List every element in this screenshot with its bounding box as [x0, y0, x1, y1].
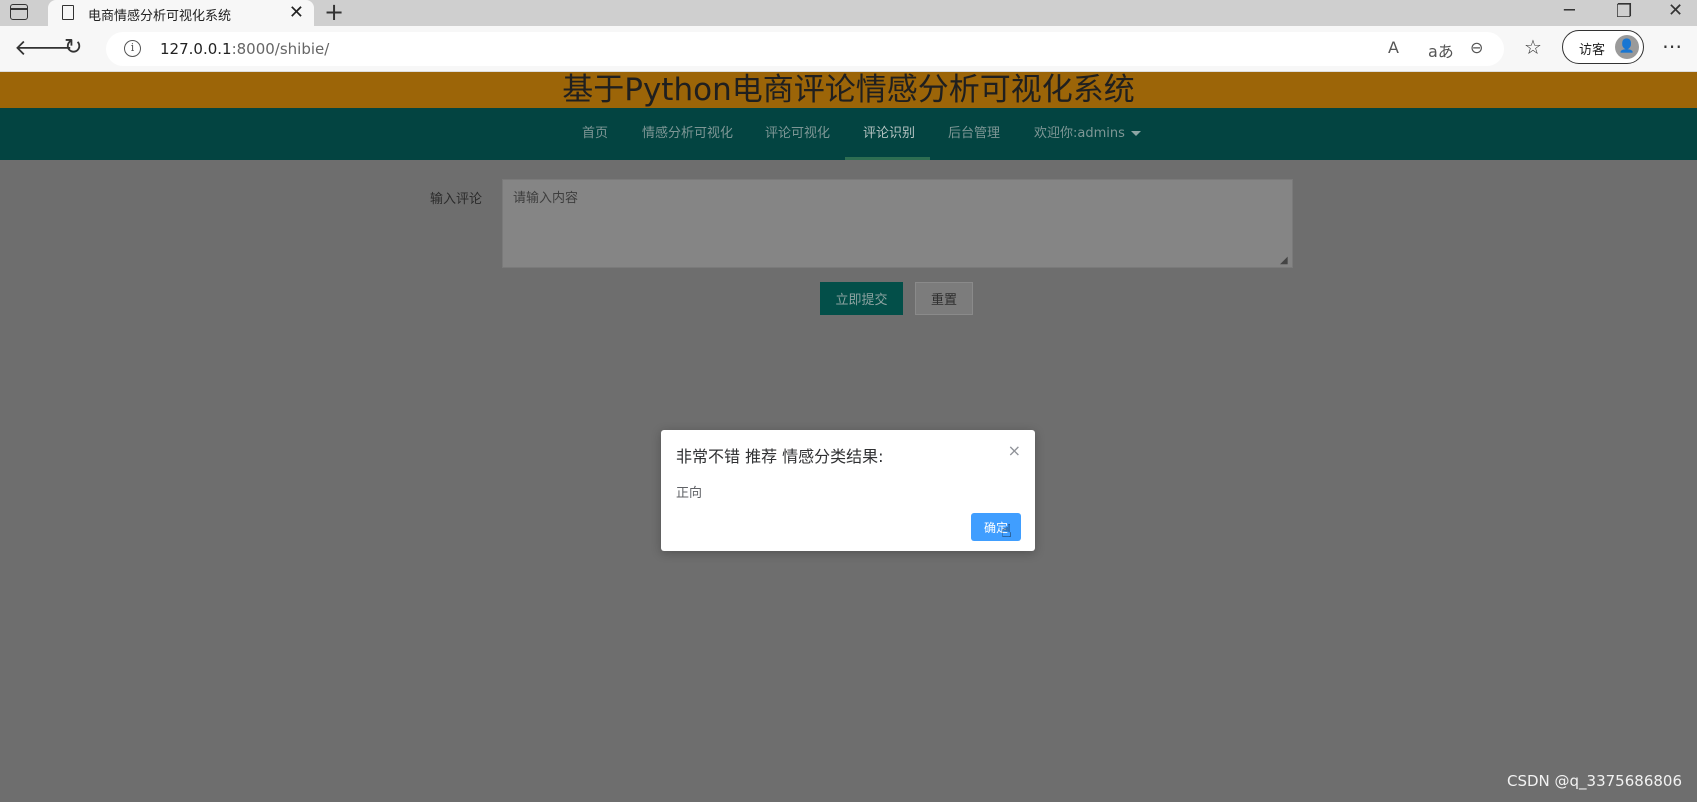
result-dialog: 非常不错 推荐 情感分类结果: × 正向 确定 — [661, 430, 1035, 551]
dialog-close-icon[interactable]: × — [1008, 441, 1021, 460]
new-tab-icon[interactable]: + — [324, 0, 344, 26]
nav-comment-visualization[interactable]: 评论可视化 — [765, 108, 830, 160]
favorites-icon[interactable]: ☆ — [1524, 35, 1542, 59]
avatar-icon: 👤 — [1615, 35, 1639, 59]
nav-user-menu[interactable]: 欢迎你:admins — [1034, 108, 1141, 160]
page-title: 基于Python电商评论情感分析可视化系统 — [562, 72, 1135, 108]
restore-icon[interactable]: ❐ — [1616, 1, 1632, 22]
url-text[interactable]: 127.0.0.1:8000/shibie/ — [160, 40, 329, 58]
dialog-message: 正向 — [676, 486, 703, 501]
page-document-icon — [62, 5, 74, 20]
site-info-icon[interactable]: i — [124, 40, 141, 57]
caret-down-icon — [1130, 131, 1141, 136]
nav-sentiment-visualization[interactable]: 情感分析可视化 — [642, 108, 733, 160]
user-greeting: 欢迎你:admins — [1034, 126, 1125, 141]
browser-toolbar: 🡐 ↻ i 127.0.0.1:8000/shibie/ A aあ ⊖ ☆ 访客… — [0, 26, 1697, 72]
comment-input[interactable] — [502, 179, 1293, 268]
main-nav: 首页 情感分析可视化 评论可视化 评论识别 后台管理 欢迎你:admins — [0, 108, 1697, 160]
nav-admin[interactable]: 后台管理 — [948, 108, 1000, 160]
window-close-icon[interactable]: ✕ — [1668, 0, 1683, 21]
active-tab-indicator — [845, 157, 930, 160]
refresh-icon[interactable]: ↻ — [64, 35, 82, 60]
tab-title: 电商情感分析可视化系统 — [88, 9, 232, 24]
nav-comment-recognition[interactable]: 评论识别 — [863, 108, 915, 160]
minimize-icon[interactable]: ─ — [1564, 0, 1575, 21]
browser-tab[interactable]: 电商情感分析可视化系统 ✕ — [48, 0, 314, 27]
site-banner: 基于Python电商评论情感分析可视化系统 — [0, 72, 1697, 108]
comment-label: 输入评论 — [430, 192, 483, 207]
reset-button[interactable]: 重置 — [915, 282, 973, 315]
watermark: CSDN @q_3375686806 — [1507, 772, 1682, 790]
nav-home[interactable]: 首页 — [582, 108, 608, 160]
profile-label: 访客 — [1579, 43, 1606, 58]
translate-icon[interactable]: aあ — [1428, 38, 1454, 62]
address-bar[interactable]: i 127.0.0.1:8000/shibie/ A aあ ⊖ — [106, 32, 1504, 66]
url-path: :8000/shibie/ — [231, 40, 330, 58]
submit-button[interactable]: 立即提交 — [820, 282, 903, 315]
dialog-title: 非常不错 推荐 情感分类结果: — [676, 447, 884, 466]
confirm-button[interactable]: 确定 — [971, 513, 1021, 541]
tab-close-icon[interactable]: ✕ — [289, 2, 304, 23]
url-host: 127.0.0.1 — [160, 40, 232, 58]
read-aloud-icon[interactable]: A — [1388, 38, 1399, 57]
resize-handle-icon[interactable]: ◢ — [1280, 255, 1288, 266]
browser-tab-bar: 电商情感分析可视化系统 ✕ + ─ ❐ ✕ — [0, 0, 1697, 27]
more-menu-icon[interactable]: ⋯ — [1662, 34, 1682, 58]
hand-cursor-icon: ☝ — [1001, 521, 1012, 542]
zoom-icon[interactable]: ⊖ — [1470, 38, 1483, 57]
tab-actions-icon[interactable] — [10, 4, 28, 20]
profile-button[interactable]: 访客 👤 — [1562, 30, 1644, 64]
